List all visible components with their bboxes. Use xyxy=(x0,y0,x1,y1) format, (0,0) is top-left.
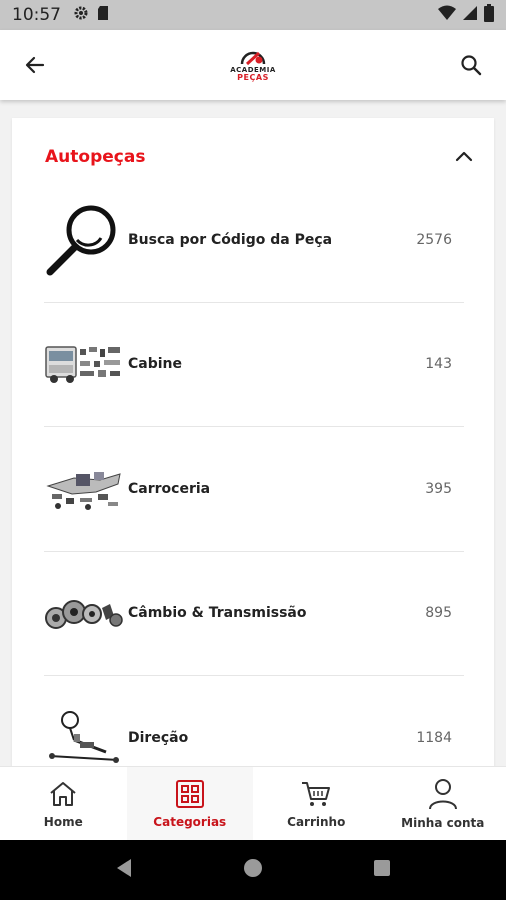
list-item[interactable]: Busca por Código da Peça 2576 xyxy=(44,178,464,303)
wifi-icon xyxy=(438,5,456,26)
body-parts-image xyxy=(44,449,124,529)
item-label: Câmbio & Transmissão xyxy=(128,605,307,622)
item-count: 143 xyxy=(425,356,452,373)
user-icon xyxy=(428,778,457,809)
status-bar: 10:57 xyxy=(0,0,506,30)
signal-icon xyxy=(462,5,478,26)
item-label: Carroceria xyxy=(128,480,211,497)
square-recents-icon xyxy=(373,860,390,876)
item-label: Direção xyxy=(128,730,189,747)
item-label: Cabine xyxy=(128,356,183,373)
tab-minha-conta[interactable]: Minha conta xyxy=(380,767,506,840)
item-count: 2576 xyxy=(416,231,452,248)
bottom-nav: Home Categorias Carrinho Minha conta xyxy=(0,766,506,840)
home-icon xyxy=(50,781,76,806)
tab-label: Carrinho xyxy=(287,814,346,829)
status-time: 10:57 xyxy=(12,5,61,25)
system-recents-button[interactable] xyxy=(371,857,393,883)
item-count: 895 xyxy=(425,605,452,622)
list-item[interactable]: Direção 1184 xyxy=(44,676,464,766)
magnifier-icon xyxy=(44,200,124,280)
cart-icon xyxy=(302,781,331,806)
category-card: Autopeças Busca por Código da Peça 2576 xyxy=(12,118,494,766)
tab-carrinho[interactable]: Carrinho xyxy=(253,767,380,840)
arrow-left-icon xyxy=(25,56,45,74)
system-home-button[interactable] xyxy=(242,857,264,883)
sd-card-icon xyxy=(97,5,109,26)
app-bar: ACADEMIA PEÇAS xyxy=(0,30,506,100)
battery-icon xyxy=(484,3,494,27)
logo-text-bottom: PEÇAS xyxy=(237,73,269,82)
tab-label: Categorias xyxy=(153,814,227,829)
triangle-back-icon xyxy=(117,859,132,877)
section-header[interactable]: Autopeças xyxy=(45,146,476,168)
grid-icon xyxy=(175,779,204,808)
app-logo: ACADEMIA PEÇAS xyxy=(230,48,276,82)
truck-cab-image xyxy=(44,324,124,404)
search-button[interactable] xyxy=(456,50,486,80)
system-nav-bar xyxy=(0,840,506,900)
tab-label: Minha conta xyxy=(401,815,485,830)
list-item[interactable]: Câmbio & Transmissão 895 xyxy=(44,552,464,676)
tab-label: Home xyxy=(43,814,83,829)
item-count: 395 xyxy=(425,480,452,497)
gearbox-parts-image xyxy=(44,573,124,653)
item-count: 1184 xyxy=(416,730,452,747)
settings-icon xyxy=(73,5,89,26)
back-button[interactable] xyxy=(20,50,50,80)
system-back-button[interactable] xyxy=(113,857,135,883)
collapse-button[interactable] xyxy=(452,145,476,169)
tab-categorias[interactable]: Categorias xyxy=(126,767,253,840)
chevron-up-icon xyxy=(455,151,473,162)
content-area[interactable]: Autopeças Busca por Código da Peça 2576 xyxy=(0,100,506,766)
list-item[interactable]: Carroceria 395 xyxy=(44,427,464,552)
steering-parts-image xyxy=(44,698,124,766)
category-list: Busca por Código da Peça 2576 Cabine 143… xyxy=(44,178,464,766)
search-icon xyxy=(461,55,482,76)
section-title: Autopeças xyxy=(45,147,146,167)
list-item[interactable]: Cabine 143 xyxy=(44,303,464,427)
circle-home-icon xyxy=(243,859,262,877)
tab-home[interactable]: Home xyxy=(0,767,127,840)
item-label: Busca por Código da Peça xyxy=(128,231,333,248)
logo-mark-icon xyxy=(240,51,266,66)
